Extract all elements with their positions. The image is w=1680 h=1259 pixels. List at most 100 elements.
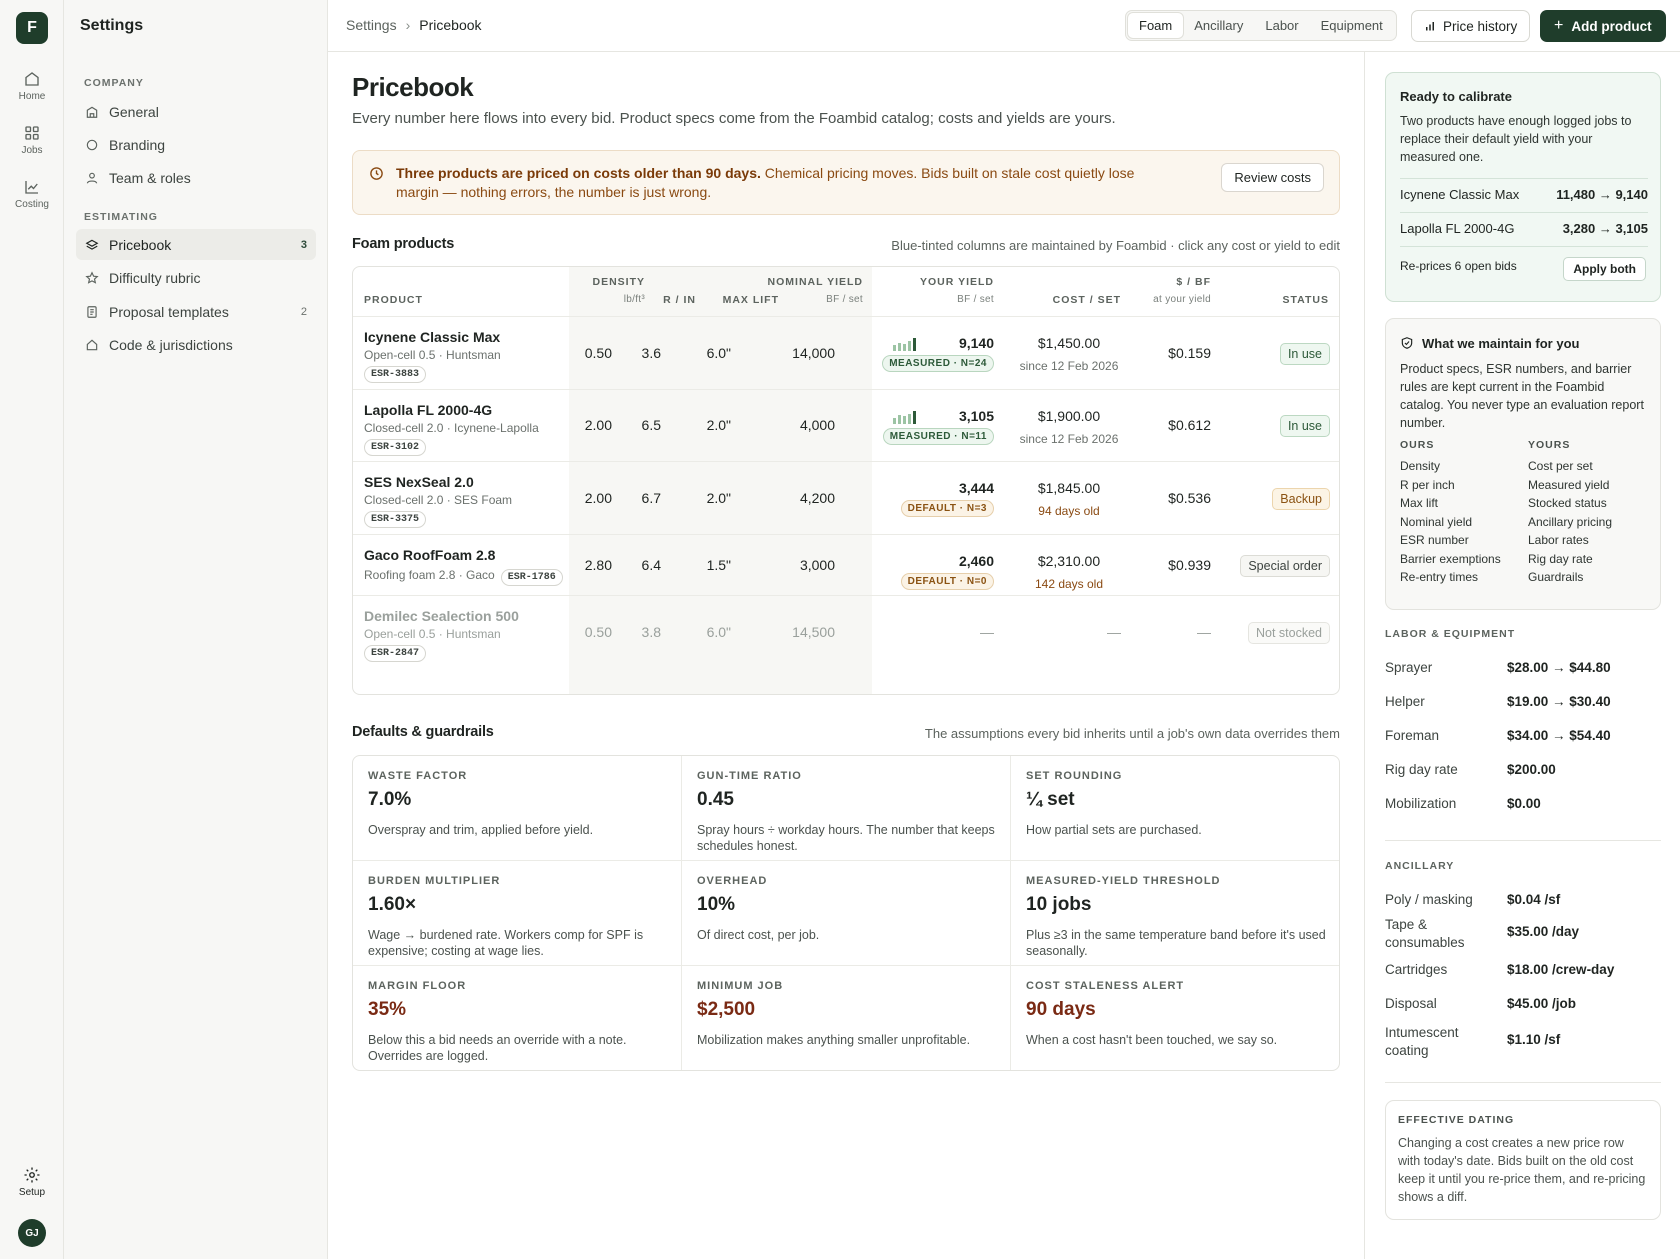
default-cell[interactable]: GUN-TIME RATIO 0.45 Spray hours ÷ workday … xyxy=(682,756,1011,861)
max-lift-value: 2.0" xyxy=(706,489,731,506)
rail-item-jobs[interactable]: Jobs xyxy=(0,124,64,156)
labor-value[interactable]: $0.00 xyxy=(1507,796,1541,811)
cost-value[interactable]: — xyxy=(1017,624,1121,640)
breadcrumb: Settings › Pricebook xyxy=(346,17,482,33)
labor-row[interactable]: Foreman $34.00 → $54.40 xyxy=(1385,728,1661,743)
labor-row[interactable]: Rig day rate $200.00 xyxy=(1385,762,1661,777)
yours-item: Stocked status xyxy=(1528,496,1607,510)
nav-item-label: Branding xyxy=(109,136,166,153)
labor-value[interactable]: $28.00 → $44.80 xyxy=(1507,660,1611,675)
tab-ancillary[interactable]: Ancillary xyxy=(1183,13,1254,38)
table-row[interactable]: Gaco RoofFoam 2.8 Roofing foam 2.8 · Gaco… xyxy=(353,534,1339,595)
table-row[interactable]: Icynene Classic Max Open-cell 0.5 · Hunts… xyxy=(353,316,1339,389)
table-row[interactable]: Demilec Sealection 500 Open-cell 0.5 · Hu… xyxy=(353,595,1339,668)
nav-item-branding[interactable]: Branding xyxy=(76,129,316,160)
labor-row[interactable]: Helper $19.00 → $30.40 xyxy=(1385,694,1661,709)
ancillary-row[interactable]: Disposal $45.00 /job xyxy=(1385,996,1661,1011)
ancillary-row[interactable]: Poly / masking $0.04 /sf xyxy=(1385,892,1661,907)
nav-item-difficulty-rubric[interactable]: Difficulty rubric xyxy=(76,262,316,293)
add-product-button[interactable]: + Add product xyxy=(1540,10,1666,42)
labor-row[interactable]: Sprayer $28.00 → $44.80 xyxy=(1385,660,1661,675)
your-yield-value[interactable]: — xyxy=(893,624,994,640)
product-name[interactable]: Gaco RoofFoam 2.8 xyxy=(364,547,495,563)
max-lift-value: 6.0" xyxy=(706,344,731,361)
default-value[interactable]: 10% xyxy=(697,894,735,916)
tab-foam[interactable]: Foam xyxy=(1128,13,1184,38)
default-value[interactable]: ¼ set xyxy=(1026,789,1075,811)
cost-value[interactable]: $1,900.00 xyxy=(1017,408,1121,424)
col-r-in: R / IN xyxy=(663,294,696,306)
nav-item-general[interactable]: General xyxy=(76,96,316,127)
status-badge[interactable]: In use xyxy=(1279,415,1330,437)
default-value[interactable]: 0.45 xyxy=(697,789,734,811)
calibrate-row[interactable]: Lapolla FL 2000-4G 3,280 → 3,105 xyxy=(1400,221,1648,236)
product-name[interactable]: Demilec Sealection 500 xyxy=(364,608,519,624)
default-value[interactable]: $2,500 xyxy=(697,999,755,1021)
your-yield-value[interactable]: 2,460 xyxy=(893,553,994,569)
labor-row[interactable]: Mobilization $0.00 xyxy=(1385,796,1661,811)
product-name[interactable]: Icynene Classic Max xyxy=(364,329,500,345)
status-badge[interactable]: Special order xyxy=(1240,554,1330,577)
ancillary-value[interactable]: $45.00 /job xyxy=(1507,996,1576,1011)
document-icon xyxy=(87,305,97,318)
status-badge[interactable]: Not stocked xyxy=(1247,621,1330,644)
nav-item-team-roles[interactable]: Team & roles xyxy=(76,162,316,193)
status-badge[interactable]: In use xyxy=(1279,342,1330,365)
col-per-bf-unit: at your yield xyxy=(1153,294,1211,305)
chevron-right-icon: › xyxy=(405,17,411,33)
app-logo[interactable]: F xyxy=(16,12,48,44)
cost-since: since 12 Feb 2026 xyxy=(1019,359,1119,373)
default-cell[interactable]: WASTE FACTOR 7.0% Overspray and trim, appl… xyxy=(353,756,682,861)
review-costs-button[interactable]: Review costs xyxy=(1221,163,1324,192)
ancillary-row[interactable]: Intumescent coating $1.10 /sf xyxy=(1385,1024,1661,1060)
price-history-button[interactable]: Price history xyxy=(1411,10,1531,42)
labor-value[interactable]: $200.00 xyxy=(1507,762,1556,777)
default-cell[interactable]: SET ROUNDING ¼ set How partial sets are pu… xyxy=(1011,756,1339,861)
table-row[interactable]: SES NexSeal 2.0 Closed-cell 2.0 · SES Foa… xyxy=(353,461,1339,534)
apply-both-button[interactable]: Apply both xyxy=(1563,257,1646,281)
table-row[interactable]: Lapolla FL 2000-4G Closed-cell 2.0 · Icyn… xyxy=(353,389,1339,461)
default-cell[interactable]: COST STALENESS ALERT 90 days When a cost h… xyxy=(1011,966,1339,1070)
default-cell[interactable]: MINIMUM JOB $2,500 Mobilization makes anyt… xyxy=(682,966,1011,1070)
ancillary-row[interactable]: Tape & consumables $35.00 /day xyxy=(1385,916,1661,952)
breadcrumb-settings[interactable]: Settings xyxy=(346,17,397,33)
labor-value[interactable]: $19.00 → $30.40 xyxy=(1507,694,1611,709)
ancillary-value[interactable]: $0.04 /sf xyxy=(1507,892,1560,907)
default-cell[interactable]: MEASURED-YIELD THRESHOLD 10 jobs Plus ≥3 i… xyxy=(1011,861,1339,966)
ancillary-value[interactable]: $1.10 /sf xyxy=(1507,1032,1560,1047)
ancillary-value[interactable]: $35.00 /day xyxy=(1507,924,1579,939)
your-yield-value[interactable]: 3,444 xyxy=(893,480,994,496)
cost-value[interactable]: $1,845.00 xyxy=(1017,480,1121,496)
tab-equipment[interactable]: Equipment xyxy=(1310,13,1394,38)
effective-dating-card: EFFECTIVE DATING Changing a cost creates… xyxy=(1385,1100,1661,1220)
user-avatar[interactable]: GJ xyxy=(18,1219,46,1247)
default-value[interactable]: 1.60× xyxy=(368,894,416,916)
default-value[interactable]: 90 days xyxy=(1026,999,1096,1021)
tab-labor[interactable]: Labor xyxy=(1254,13,1309,38)
r-value: 6.5 xyxy=(641,417,661,433)
default-cell[interactable]: MARGIN FLOOR 35% Below this a bid needs an… xyxy=(353,966,682,1070)
max-lift-value: 2.0" xyxy=(706,417,731,433)
cost-value[interactable]: $2,310.00 xyxy=(1017,553,1121,569)
default-value[interactable]: 35% xyxy=(368,999,406,1021)
default-value[interactable]: 10 jobs xyxy=(1026,894,1091,916)
right-sidebar: Ready to calibrate Two products have eno… xyxy=(1364,52,1680,1259)
labor-value[interactable]: $34.00 → $54.40 xyxy=(1507,728,1611,743)
default-cell[interactable]: BURDEN MULTIPLIER 1.60× Wage → burdened ra… xyxy=(353,861,682,966)
ancillary-value[interactable]: $18.00 /crew-day xyxy=(1507,962,1614,977)
rail-item-setup[interactable]: Setup xyxy=(0,1166,64,1198)
calibrate-row[interactable]: Icynene Classic Max 11,480 → 9,140 xyxy=(1400,187,1648,202)
cost-value[interactable]: $1,450.00 xyxy=(1017,335,1121,351)
max-lift-value: 6.0" xyxy=(706,623,731,640)
rail-item-home[interactable]: Home xyxy=(0,70,64,102)
status-badge[interactable]: Backup xyxy=(1272,487,1330,510)
nav-item-pricebook[interactable]: Pricebook 3 xyxy=(76,229,316,260)
ancillary-row[interactable]: Cartridges $18.00 /crew-day xyxy=(1385,962,1661,977)
nav-item-proposal-templates[interactable]: Proposal templates 2 xyxy=(76,296,316,327)
default-cell[interactable]: OVERHEAD 10% Of direct cost, per job. xyxy=(682,861,1011,966)
default-value[interactable]: 7.0% xyxy=(368,789,411,811)
product-name[interactable]: Lapolla FL 2000-4G xyxy=(364,402,492,418)
product-name[interactable]: SES NexSeal 2.0 xyxy=(364,474,474,490)
nav-item-code-jurisdictions[interactable]: Code & jurisdictions xyxy=(76,329,316,360)
rail-item-costing[interactable]: Costing xyxy=(0,178,64,210)
